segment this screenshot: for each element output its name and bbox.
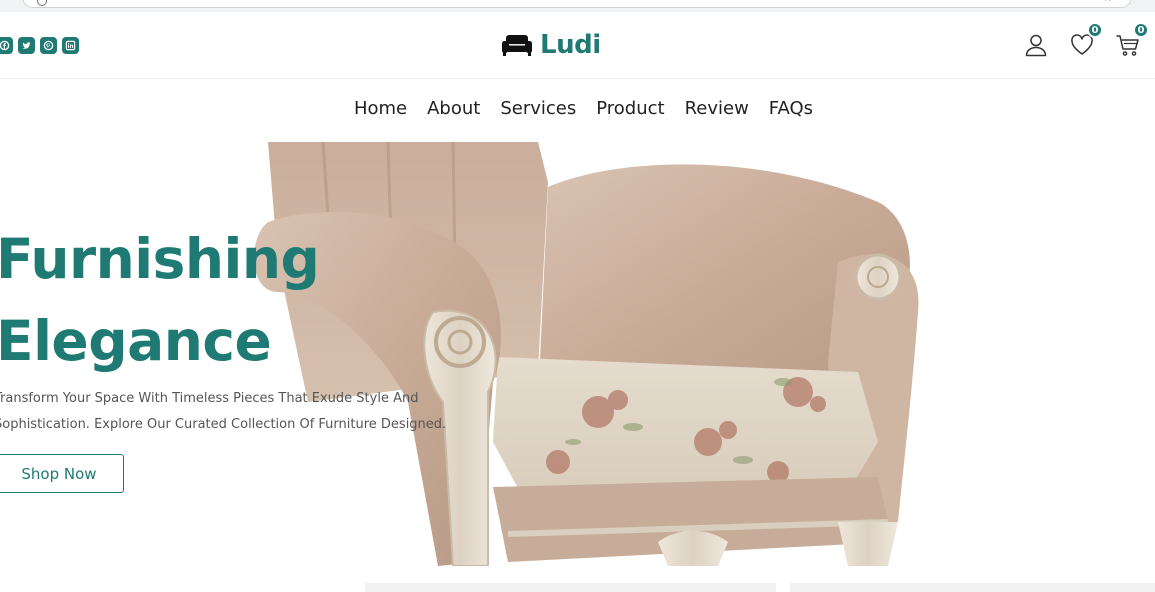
hero-title-line-2: Elegance [0,309,272,373]
nav-home[interactable]: Home [354,98,407,119]
social-links [0,37,79,54]
cart-icon[interactable]: 0 [1115,22,1149,60]
brand-name: Ludi [540,30,601,60]
shop-now-button[interactable]: Shop Now [0,454,124,493]
hero-title-line-1: Furnishing [0,227,320,291]
wishlist-count-badge: 0 [1087,22,1103,38]
twitter-icon[interactable] [18,37,35,54]
browser-toolbar: ☆ [0,0,1155,12]
nav-about[interactable]: About [427,98,480,119]
cart-count-badge: 0 [1133,22,1149,38]
brand-logo[interactable]: Ludi [500,30,601,60]
product-card[interactable] [365,583,776,592]
address-bar[interactable]: ☆ [22,0,1132,8]
hero-section: Furnishing Elegance Transform Your Space… [0,142,1155,566]
nav-review[interactable]: Review [685,98,749,119]
main-nav: Home About Services Product Review FAQs [0,98,1155,119]
bookmark-star-icon[interactable]: ☆ [1102,0,1113,4]
nav-product[interactable]: Product [596,98,664,119]
pinterest-icon[interactable] [40,37,57,54]
sofa-icon [500,32,534,58]
heart-icon[interactable]: 0 [1069,22,1103,60]
linkedin-icon[interactable] [62,37,79,54]
armchair-image [254,142,919,566]
site-info-icon[interactable] [37,0,47,6]
nav-faqs[interactable]: FAQs [769,98,813,119]
header-actions: 0 0 [1023,22,1149,60]
hero-title: Furnishing Elegance [0,218,320,382]
product-card[interactable] [790,583,1155,592]
user-icon[interactable] [1023,32,1051,60]
nav-services[interactable]: Services [500,98,576,119]
hero-description: Transform Your Space With Timeless Piece… [0,391,447,432]
facebook-icon[interactable] [0,37,13,54]
site-header: Ludi 0 0 [0,12,1155,79]
